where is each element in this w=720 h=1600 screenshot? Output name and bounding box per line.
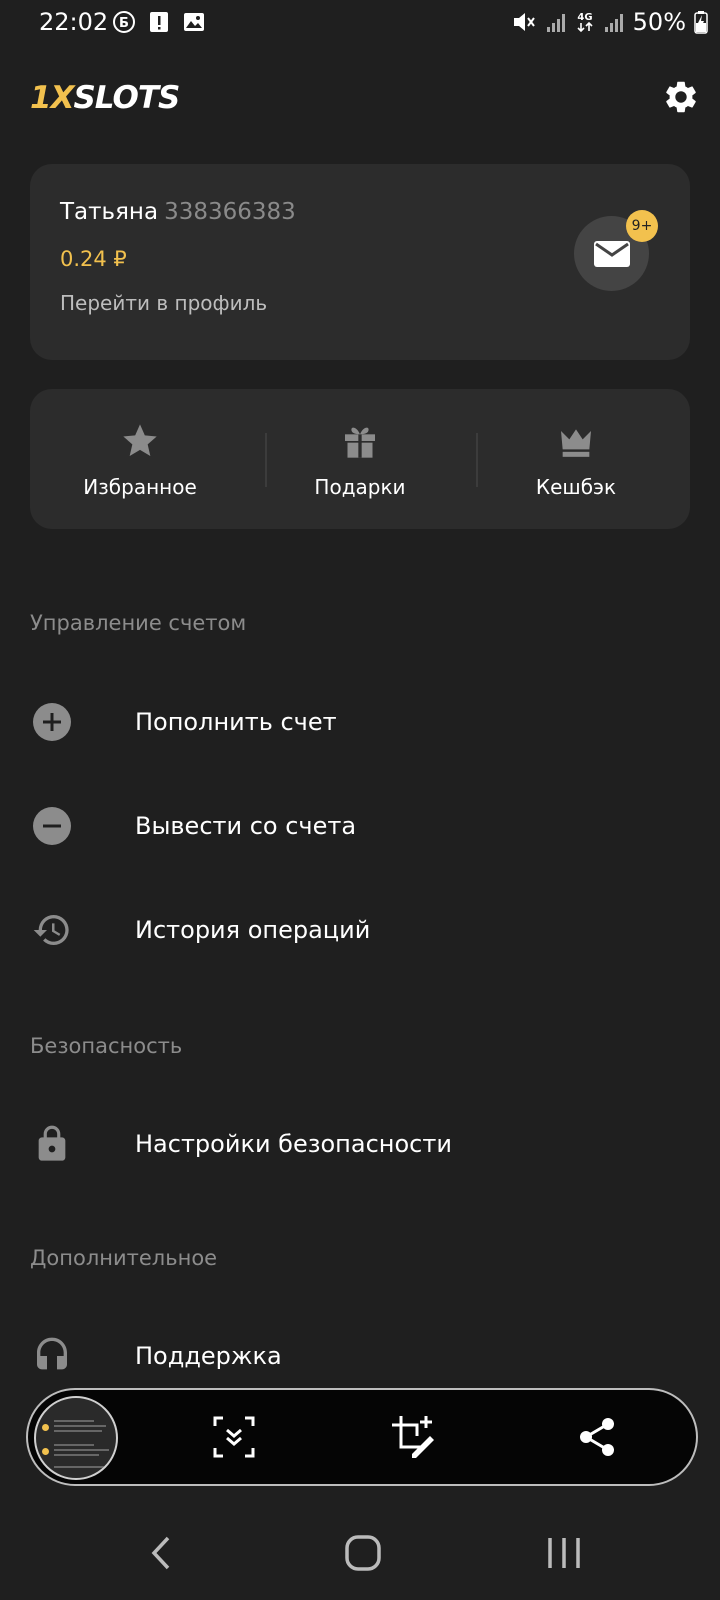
status-bar: 22:02 Б 4G 50% <box>0 0 720 48</box>
headset-icon <box>37 1337 67 1370</box>
alert-icon <box>150 12 168 32</box>
image-icon <box>184 13 204 31</box>
messages-badge: 9+ <box>626 210 658 242</box>
crown-icon <box>561 429 591 457</box>
4g-icon: 4G <box>577 12 592 33</box>
quick-cashback[interactable]: Кешбэк <box>468 389 684 529</box>
profile-name: Татьяна <box>60 199 159 225</box>
menu-item-withdraw[interactable]: Вывести со счета <box>0 796 720 856</box>
battery-percent: 50% <box>632 8 686 36</box>
menu-item-support[interactable]: Поддержка <box>0 1326 720 1386</box>
section-title-account: Управление счетом <box>30 611 247 635</box>
svg-text:Б: Б <box>119 16 129 31</box>
quick-favorites[interactable]: Избранное <box>32 389 248 529</box>
back-icon[interactable] <box>138 1528 188 1578</box>
gift-icon <box>345 427 375 458</box>
share-icon[interactable] <box>574 1414 620 1460</box>
star-icon <box>123 424 157 456</box>
profile-balance: 0.24 ₽ <box>60 247 127 271</box>
menu-item-history[interactable]: История операций <box>0 900 720 960</box>
quick-actions-card: Избранное Подарки Кешбэк <box>30 389 690 529</box>
recent-apps-icon[interactable] <box>540 1528 590 1578</box>
signal-icon <box>604 14 623 32</box>
history-icon <box>33 915 69 945</box>
profile-id: 338366383 <box>164 199 296 225</box>
app-logo[interactable]: 1XSLOTS <box>30 80 180 116</box>
crop-edit-icon[interactable] <box>390 1414 436 1460</box>
profile-link[interactable]: Перейти в профиль <box>60 291 267 315</box>
minus-circle-icon <box>33 807 71 845</box>
battery-charging-icon <box>694 11 708 34</box>
menu-item-security-settings[interactable]: Настройки безопасности <box>0 1114 720 1174</box>
lock-icon <box>38 1125 66 1161</box>
section-title-extra: Дополнительное <box>30 1246 218 1270</box>
screenshot-thumbnail[interactable] <box>34 1396 118 1480</box>
profile-card[interactable]: Татьяна 338366383 0.24 ₽ Перейти в профил… <box>30 164 690 360</box>
screenshot-toolbar <box>26 1388 698 1486</box>
plus-circle-icon <box>33 703 71 741</box>
section-title-security: Безопасность <box>30 1034 183 1058</box>
home-icon[interactable] <box>338 1528 388 1578</box>
quick-gifts[interactable]: Подарки <box>252 389 468 529</box>
mail-icon <box>593 240 630 267</box>
mute-icon <box>513 13 535 31</box>
profile-name-line: Татьяна 338366383 <box>60 199 296 225</box>
menu-item-deposit[interactable]: Пополнить счет <box>0 692 720 752</box>
status-time: 22:02 <box>39 8 109 36</box>
signal-icon <box>546 14 565 32</box>
scroll-capture-icon[interactable] <box>211 1414 257 1460</box>
system-nav-bar <box>0 1506 720 1600</box>
svg-text:4G: 4G <box>577 12 592 23</box>
gear-icon[interactable] <box>662 78 700 116</box>
b-circle-icon: Б <box>113 11 135 33</box>
